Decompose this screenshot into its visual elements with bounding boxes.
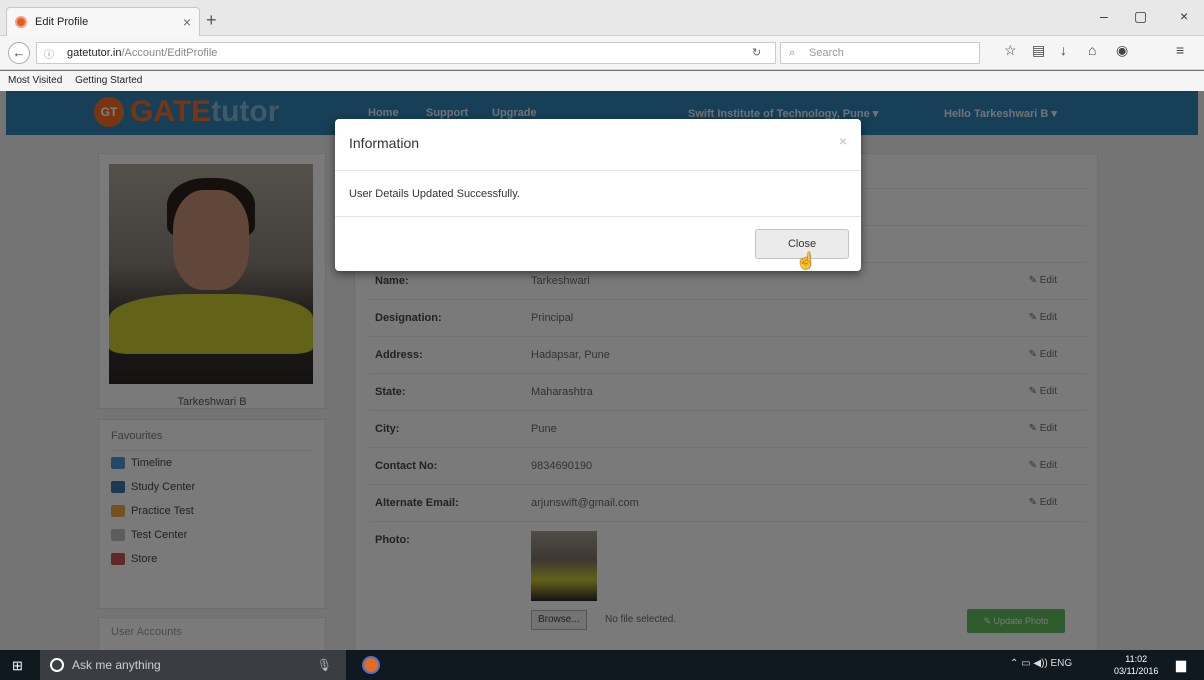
taskbar-search-input[interactable]: Ask me anything 🎙 — [40, 650, 346, 680]
minimize-icon[interactable]: – — [1100, 8, 1108, 24]
dialog-footer: Close — [335, 217, 861, 271]
new-tab-button[interactable]: + — [206, 10, 217, 31]
bookmarks-bar: Most Visited Getting Started — [0, 71, 1204, 91]
home-icon[interactable]: ⌂ — [1088, 42, 1096, 58]
dialog-header: Information × — [335, 119, 861, 171]
tab-title: Edit Profile — [35, 16, 89, 28]
language-indicator[interactable]: ENG — [1051, 658, 1073, 669]
site-info-icon[interactable]: ⓘ — [44, 46, 54, 61]
url-path: /Account/EditProfile — [121, 47, 218, 59]
search-icon: ⌕ — [789, 47, 796, 59]
site-favicon-icon — [15, 16, 27, 28]
clock-date: 03/11/2016 — [1114, 666, 1159, 676]
information-dialog: Information × User Details Updated Succe… — [335, 119, 861, 271]
windows-taskbar: ⊞ Ask me anything 🎙 ⌃ ▭ ◀)) ENG 11:02 03… — [0, 650, 1204, 680]
system-tray[interactable]: ⌃ ▭ ◀)) ENG — [1010, 658, 1072, 669]
action-center-icon[interactable]: ▆ — [1176, 657, 1186, 673]
taskbar-clock[interactable]: 11:02 03/11/2016 — [1114, 653, 1158, 677]
url-bar[interactable]: gatetutor.in/Account/EditProfile — [36, 42, 776, 64]
downloads-icon[interactable]: ↓ — [1060, 42, 1067, 58]
reload-icon[interactable]: ↻ — [752, 46, 761, 59]
browser-tab[interactable]: Edit Profile × — [6, 7, 200, 36]
page-content: GT GATE tutor Home Support Upgrade Swift… — [0, 91, 1204, 650]
pocket-icon[interactable]: ◉ — [1116, 42, 1128, 59]
maximize-icon[interactable]: ▢ — [1134, 8, 1147, 25]
browser-toolbar: ← gatetutor.in/Account/EditProfile ⓘ ↻ ⌕… — [0, 36, 1204, 70]
hand-cursor-icon: ☝ — [796, 253, 816, 270]
search-placeholder: Search — [809, 47, 844, 59]
menu-icon[interactable]: ≡ — [1176, 42, 1184, 58]
taskbar-search-placeholder: Ask me anything — [72, 658, 161, 672]
dialog-close-icon[interactable]: × — [839, 133, 847, 149]
clock-time: 11:02 — [1125, 654, 1148, 664]
bookmark-getting-started[interactable]: Getting Started — [75, 75, 142, 86]
bookmark-star-icon[interactable]: ☆ — [1004, 42, 1017, 59]
bookmark-most-visited[interactable]: Most Visited — [8, 75, 62, 86]
reading-list-icon[interactable]: ▤ — [1032, 42, 1045, 59]
browser-tab-bar: Edit Profile × + – ▢ × — [0, 0, 1204, 36]
dialog-message: User Details Updated Successfully. — [349, 188, 520, 200]
cortana-icon — [50, 658, 64, 672]
url-host: gatetutor.in — [67, 47, 122, 59]
back-button[interactable]: ← — [8, 42, 30, 64]
microphone-icon[interactable]: 🎙 — [317, 650, 332, 680]
dialog-title: Information — [349, 135, 420, 151]
browser-search-input[interactable]: ⌕ Search — [780, 42, 980, 64]
tab-close-icon[interactable]: × — [183, 14, 191, 30]
window-close-icon[interactable]: × — [1180, 8, 1188, 24]
windows-start-icon[interactable]: ⊞ — [12, 658, 23, 674]
dialog-body: User Details Updated Successfully. — [335, 171, 861, 217]
firefox-taskbar-icon[interactable] — [362, 656, 380, 674]
